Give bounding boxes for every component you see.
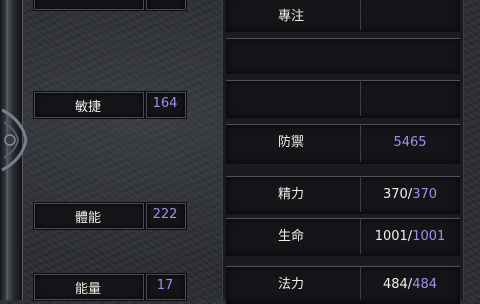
energy-label: 能量 bbox=[74, 282, 101, 297]
focus-label: 專注 bbox=[277, 9, 304, 24]
stat-value-box-top bbox=[146, 0, 186, 10]
vitality-value: 222 bbox=[152, 207, 178, 222]
empty-row bbox=[226, 80, 460, 118]
defense-row: 防禦 5465 bbox=[226, 124, 460, 164]
empty-row bbox=[226, 38, 460, 74]
frame-ornament-icon bbox=[1, 108, 28, 172]
column-divider bbox=[360, 0, 361, 30]
life-label: 生命 bbox=[277, 229, 304, 244]
stamina-value: 370/370 bbox=[362, 177, 458, 213]
column-divider bbox=[360, 124, 361, 162]
vitality-label: 體能 bbox=[74, 211, 101, 226]
energy-value: 17 bbox=[156, 278, 174, 293]
focus-row: 專注 bbox=[226, 0, 460, 32]
column-divider bbox=[360, 266, 361, 300]
mana-label: 法力 bbox=[277, 277, 304, 292]
column-divider bbox=[360, 218, 361, 254]
life-max: 1001 bbox=[412, 229, 446, 244]
stat-label-box-top bbox=[34, 0, 144, 10]
defense-label: 防禦 bbox=[277, 135, 304, 150]
column-divider bbox=[360, 80, 361, 116]
life-value: 1001/1001 bbox=[362, 219, 458, 255]
stamina-current: 370 bbox=[382, 187, 408, 202]
mana-row: 法力 484/484 bbox=[226, 266, 460, 304]
mana-max: 484 bbox=[412, 277, 438, 292]
life-current: 1001 bbox=[374, 229, 408, 244]
column-divider bbox=[360, 176, 361, 212]
stamina-max: 370 bbox=[412, 187, 438, 202]
stamina-row: 精力 370/370 bbox=[226, 176, 460, 214]
life-row: 生命 1001/1001 bbox=[226, 218, 460, 256]
defense-value: 5465 bbox=[393, 135, 427, 150]
stamina-label: 精力 bbox=[277, 187, 304, 202]
dexterity-value: 164 bbox=[152, 96, 178, 111]
mana-current: 484 bbox=[382, 277, 408, 292]
mana-value: 484/484 bbox=[362, 267, 458, 303]
dexterity-label: 敏捷 bbox=[74, 100, 101, 115]
